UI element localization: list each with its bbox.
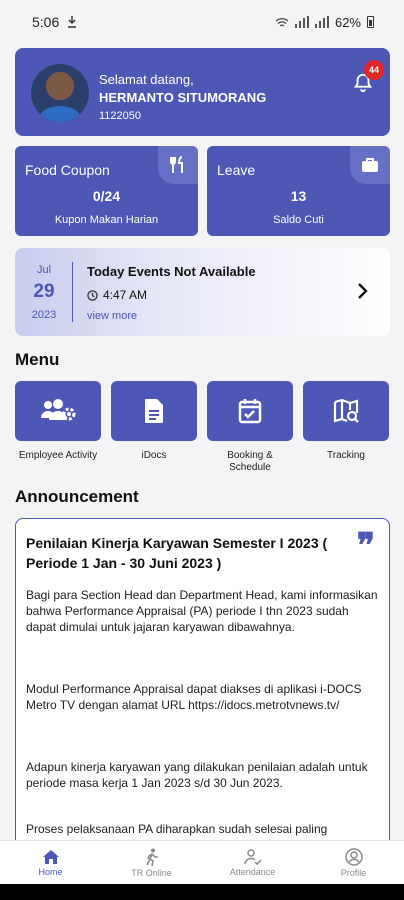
- wifi-icon: [275, 17, 289, 27]
- nav-label: Home: [38, 866, 63, 877]
- map-search-icon: [303, 381, 389, 441]
- menu-label: Booking & Schedule: [227, 450, 273, 473]
- main-content[interactable]: Selamat datang, HERMANTO SITUMORANG 1122…: [0, 44, 404, 840]
- menu-item-idocs[interactable]: iDocs: [111, 381, 197, 462]
- status-time: 5:06: [32, 14, 60, 30]
- clock-icon: [87, 289, 98, 301]
- leave-subtitle: Saldo Cuti: [273, 214, 324, 226]
- calendar-check-icon: [207, 381, 293, 441]
- home-icon: [42, 849, 59, 864]
- event-date: Jul 29 2023: [15, 248, 73, 336]
- user-id: 1122050: [99, 110, 142, 122]
- chevron-right-icon[interactable]: [356, 282, 368, 300]
- battery-icon: [367, 16, 374, 28]
- user-name: HERMANTO SITUMORANG: [99, 90, 267, 105]
- event-month: Jul: [36, 264, 52, 276]
- view-more-link[interactable]: view more: [87, 310, 137, 322]
- signal-icon-2: [314, 16, 329, 28]
- menu-label: Employee Activity: [18, 450, 98, 461]
- greeting-text: Selamat datang,: [99, 72, 194, 87]
- event-year: 2023: [31, 309, 57, 321]
- nav-label: TR Online: [131, 867, 172, 878]
- nav-label: Profile: [340, 867, 367, 878]
- menu-item-tracking[interactable]: Tracking: [303, 381, 389, 462]
- quote-icon: ❞: [356, 526, 375, 566]
- announcement-title: Announcement: [15, 487, 139, 506]
- notification-badge: 44: [364, 60, 384, 80]
- menu-label: iDocs: [141, 450, 167, 461]
- leave-value: 13: [290, 188, 307, 204]
- attendance-icon: [243, 848, 262, 865]
- document-icon: [111, 381, 197, 441]
- battery-percent: 62%: [334, 14, 361, 30]
- announcement-paragraph: Modul Performance Appraisal dapat diakse…: [26, 682, 362, 712]
- nav-label: Attendance: [229, 866, 276, 877]
- food-coupon-value: 0/24: [92, 188, 121, 204]
- leave-title: Leave: [217, 162, 256, 178]
- event-time-row: 4:47 AM: [87, 288, 147, 302]
- status-bar: 5:06 62%: [0, 0, 404, 44]
- nav-tr-online[interactable]: TR Online: [101, 841, 202, 884]
- event-time: 4:47 AM: [103, 288, 148, 302]
- people-gear-icon: [15, 381, 101, 441]
- food-coupon-card[interactable]: Food Coupon 0/24 Kupon Makan Harian: [15, 146, 198, 236]
- announcement-card[interactable]: Penilaian Kinerja Karyawan Semester I 20…: [15, 518, 390, 840]
- briefcase-icon: [350, 146, 390, 184]
- event-card[interactable]: Jul 29 2023 Today Events Not Available 4…: [15, 248, 390, 336]
- bottom-nav: Home TR Online Attendance Profile: [0, 840, 404, 884]
- announcement-paragraph: Proses pelaksanaan PA diharapkan sudah s…: [26, 822, 328, 836]
- cutlery-icon: [158, 146, 198, 184]
- event-day: 29: [33, 281, 55, 302]
- profile-icon: [344, 847, 363, 866]
- menu-title: Menu: [15, 350, 60, 369]
- nav-attendance[interactable]: Attendance: [202, 841, 303, 884]
- download-icon: [68, 16, 77, 28]
- signal-icon: [294, 16, 309, 28]
- food-coupon-title: Food Coupon: [25, 162, 110, 178]
- system-nav-bar: [0, 884, 404, 900]
- welcome-card: Selamat datang, HERMANTO SITUMORANG 1122…: [15, 48, 390, 136]
- announcement-paragraph: Bagi para Section Head dan Department He…: [26, 588, 378, 634]
- food-coupon-subtitle: Kupon Makan Harian: [54, 214, 159, 226]
- nav-profile[interactable]: Profile: [303, 841, 404, 884]
- menu-label: Tracking: [327, 450, 365, 461]
- leave-card[interactable]: Leave 13 Saldo Cuti: [207, 146, 390, 236]
- menu-item-booking-schedule[interactable]: Booking & Schedule: [207, 381, 293, 474]
- announcement-paragraph: Adapun kinerja karyawan yang dilakukan p…: [26, 760, 368, 790]
- announcement-heading: Penilaian Kinerja Karyawan Semester I 20…: [26, 535, 328, 571]
- nav-home[interactable]: Home: [0, 841, 101, 884]
- menu-item-employee-activity[interactable]: Employee Activity: [15, 381, 101, 462]
- event-title: Today Events Not Available: [87, 264, 256, 279]
- walking-icon: [145, 848, 158, 866]
- avatar[interactable]: [31, 64, 89, 122]
- date-divider: [72, 262, 73, 322]
